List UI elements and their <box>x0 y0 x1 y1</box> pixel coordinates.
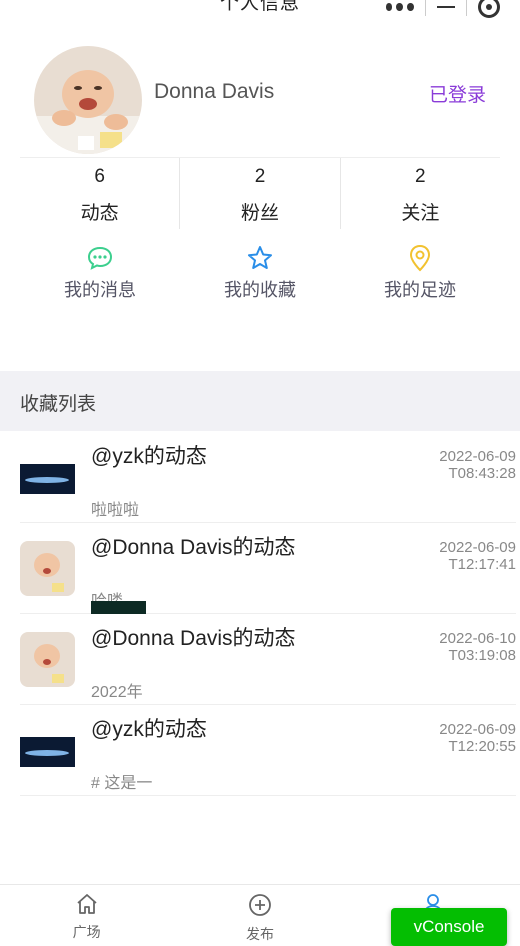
home-icon <box>0 893 173 920</box>
vconsole-button[interactable]: vConsole <box>391 908 507 946</box>
minimize-icon[interactable] <box>436 6 455 8</box>
quick-link-footprints[interactable]: 我的足迹 <box>340 244 500 304</box>
post-date: 2022-06-09T08:43:28 <box>439 448 516 482</box>
list-item[interactable]: @yzk的动态 2022-06-09T12:20:55 # 这是一 <box>20 705 516 796</box>
post-title: @Donna Davis的动态 <box>91 627 296 650</box>
stat-label: 粉丝 <box>240 203 279 224</box>
close-target-icon[interactable] <box>478 0 501 18</box>
stats-row: 6 动态 2 粉丝 2 关注 <box>20 157 500 229</box>
favorites-section-header: 收藏列表 <box>0 371 520 431</box>
quick-link-label: 我的消息 <box>64 280 136 300</box>
more-icon[interactable] <box>385 1 414 13</box>
capsule-divider <box>466 0 468 16</box>
quick-links: 我的消息 我的收藏 我的足迹 <box>20 244 500 304</box>
plus-circle-icon <box>173 893 346 922</box>
avatar[interactable] <box>34 46 142 154</box>
post-title: @Donna Davis的动态 <box>91 536 296 559</box>
stat-followers[interactable]: 2 粉丝 <box>180 158 341 229</box>
stat-following[interactable]: 2 关注 <box>341 158 500 229</box>
star-icon <box>180 244 340 272</box>
tab-label: 发布 <box>245 926 274 942</box>
section-title: 收藏列表 <box>20 394 97 415</box>
login-status-link[interactable]: 已登录 <box>429 80 486 107</box>
tab-square[interactable]: 广场 <box>0 885 173 946</box>
post-date: 2022-06-09T12:17:41 <box>439 539 516 573</box>
chat-bubble-icon <box>20 244 180 272</box>
post-thumbnail <box>20 541 75 596</box>
quick-link-favorites[interactable]: 我的收藏 <box>180 244 340 304</box>
quick-link-label: 我的足迹 <box>384 280 456 300</box>
post-thumbnail <box>20 723 75 778</box>
tab-label: 广场 <box>72 924 101 940</box>
list-item[interactable]: @yzk的动态 2022-06-09T08:43:28 啦啦啦 <box>20 432 516 523</box>
stat-label: 动态 <box>80 203 119 224</box>
stat-posts[interactable]: 6 动态 <box>20 158 181 229</box>
quick-link-messages[interactable]: 我的消息 <box>20 244 180 304</box>
post-date: 2022-06-10T03:19:08 <box>439 630 516 664</box>
post-thumbnail <box>20 632 75 687</box>
stat-count: 2 <box>254 166 266 187</box>
post-image-preview <box>91 601 146 614</box>
post-thumbnail <box>20 450 75 505</box>
list-item[interactable]: @Donna Davis的动态 2022-06-09T12:17:41 哈喽 <box>20 523 516 614</box>
post-excerpt: 2022年 <box>91 684 143 701</box>
mini-program-capsule <box>380 0 506 22</box>
quick-link-label: 我的收藏 <box>224 280 296 300</box>
post-title: @yzk的动态 <box>91 445 207 468</box>
post-excerpt: # 这是一 <box>91 775 153 792</box>
location-pin-icon <box>340 244 500 272</box>
username: Donna Davis <box>154 80 275 103</box>
stat-label: 关注 <box>401 203 440 224</box>
stat-count: 6 <box>94 166 105 187</box>
favorites-list: @yzk的动态 2022-06-09T08:43:28 啦啦啦 @Donna D… <box>0 432 520 796</box>
nav-bar: 个人信息 <box>0 0 520 26</box>
post-excerpt: 啦啦啦 <box>91 502 140 519</box>
post-date: 2022-06-09T12:20:55 <box>439 721 516 755</box>
tab-publish[interactable]: 发布 <box>173 885 346 946</box>
stat-count: 2 <box>415 166 426 187</box>
list-item[interactable]: @Donna Davis的动态 2022-06-10T03:19:08 2022… <box>20 614 516 705</box>
post-title: @yzk的动态 <box>91 718 207 741</box>
capsule-divider <box>424 0 426 16</box>
profile-header: Donna Davis 已登录 <box>0 26 520 156</box>
